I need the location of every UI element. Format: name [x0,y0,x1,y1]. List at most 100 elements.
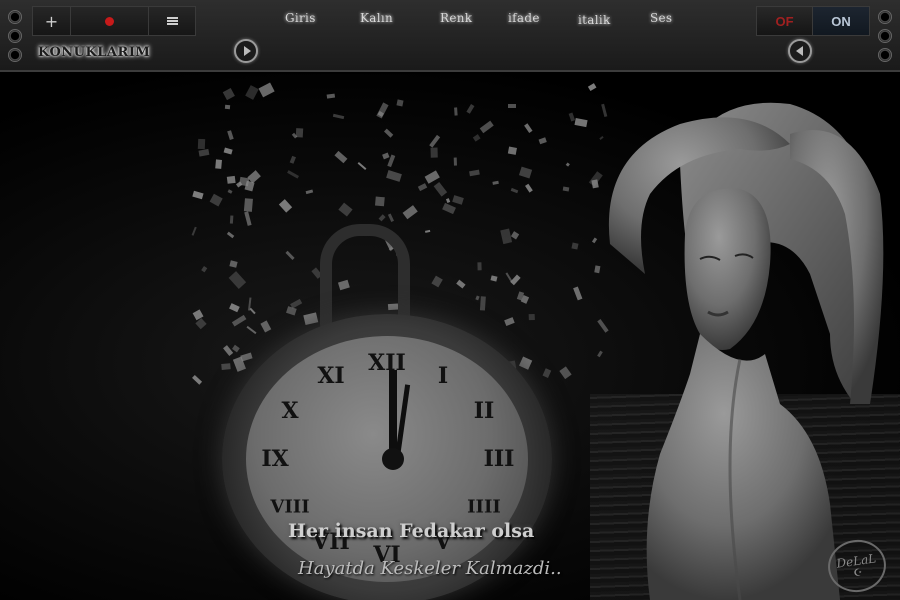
glass-shard [396,99,405,107]
glass-shard [573,118,587,128]
crescent-star-icon: ☪ [852,566,864,580]
glass-shard [374,196,385,207]
clock-numeral: XII [368,350,406,376]
glass-shard [209,193,223,206]
clock-hub [382,448,404,470]
glass-shard [378,214,386,222]
glass-shard [510,274,522,285]
glass-shard [376,101,389,118]
glass-shard [492,180,500,186]
glass-shard [565,162,571,168]
play-right-icon [243,46,251,56]
glass-shard [469,169,480,177]
screw-icon [8,48,22,62]
menu-ifade[interactable]: ifade [508,11,540,25]
glass-shard [198,148,210,157]
glass-shard [226,175,236,184]
screw-icon [8,10,22,24]
glass-shard [201,265,208,272]
off-button[interactable]: OF [757,7,813,35]
hamburger-icon [166,17,178,25]
on-button[interactable]: ON [813,7,869,35]
play-left-icon [795,46,803,56]
glass-shard [417,183,427,192]
glass-shard [542,368,552,378]
glass-shard [229,260,238,268]
glass-shard [479,295,486,311]
glass-shard [285,306,297,316]
glass-shard [249,307,256,314]
glass-shard [332,114,345,121]
glass-shard [475,295,481,301]
glass-shard [222,344,234,356]
glass-shard [226,130,234,140]
menu-giris[interactable]: Giris [285,11,316,25]
glass-shard [226,232,235,239]
glass-shard [222,88,236,101]
glass-shard [571,242,579,250]
glass-shard [197,138,205,149]
glass-shard [228,303,240,314]
glass-shard [490,275,498,282]
glass-shard [504,317,515,326]
glass-shard [279,199,293,213]
glass-shard [302,312,318,326]
record-button[interactable] [71,7,149,35]
clock-numeral: II [473,398,495,424]
glass-shard [192,190,204,199]
screw-icon [878,48,892,62]
glass-shard [479,120,495,134]
glass-shard [528,314,535,321]
caption-line-1: Her insan Fedakar olsa [288,520,535,542]
glass-shard [455,279,466,290]
guests-label: KONUKLARIM [38,45,151,60]
glass-shard [381,152,390,160]
menu-kalin[interactable]: Kalın [360,11,393,25]
glass-shard [442,202,457,214]
add-button[interactable]: + [33,7,71,35]
glass-shard [191,374,202,385]
top-toolbar: + Giris Kalın Renk ifade italik Ses OF O… [0,0,900,72]
glass-shard [334,150,348,163]
glass-shard [431,275,444,288]
glass-shard [244,211,252,227]
glass-shard [508,146,518,155]
playlist-menu-button[interactable] [149,7,195,35]
glass-shard [214,159,222,169]
glass-shard [261,320,272,333]
glass-shard [245,84,259,100]
screw-icon [8,29,22,43]
glass-shard [357,162,367,171]
glass-shard [562,186,570,192]
menu-ses[interactable]: Ses [650,11,672,25]
player-controls: + [32,6,196,36]
menu-italik[interactable]: italik [578,13,611,27]
glass-shard [338,202,353,217]
clock-numeral: I [437,362,449,389]
glass-shard [523,123,533,134]
glass-shard [221,363,232,370]
clock-numeral: III [483,446,515,472]
on-off-toggle: OF ON [756,6,870,36]
glass-shard [224,147,233,155]
glass-shard [538,136,547,144]
glass-shard [560,367,573,380]
glass-shard [500,228,513,245]
background-scene: XIIIIIIIIIIIIVVIVIIVIIIIXXXI [0,74,900,600]
glass-shard [231,344,240,353]
next-arrow-button[interactable] [234,39,258,63]
caption-line-2: Hayatda Keskeler Kalmazdi.. [298,558,562,579]
glass-shard [518,166,533,179]
prev-arrow-button[interactable] [788,39,812,63]
glass-shard [507,103,516,109]
clock-numeral: IIII [467,496,501,518]
record-icon [105,16,114,26]
menu-renk[interactable]: Renk [440,11,472,25]
clock-numeral: X [281,398,299,424]
glass-shard [246,325,257,335]
glass-shard [572,286,583,302]
woman-figure [608,102,884,600]
glass-shard [231,314,247,327]
glass-shard [295,127,304,137]
plus-icon: + [44,11,59,31]
